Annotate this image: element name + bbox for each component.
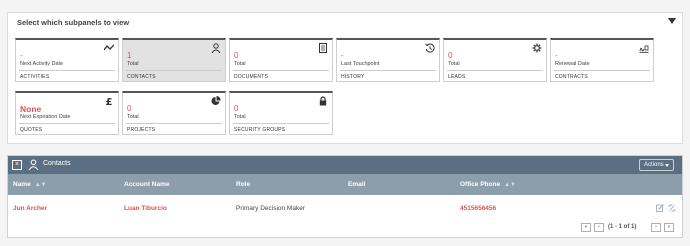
column-email[interactable]: Email	[348, 181, 365, 188]
tile-name: CONTRACTS	[555, 74, 588, 80]
tile-divider	[126, 123, 222, 124]
column-label: Office Phone	[460, 181, 501, 188]
caret-down-icon	[665, 164, 669, 167]
tile-contacts[interactable]: 1 Total CONTACTS	[122, 38, 226, 82]
tile-value: -	[341, 51, 344, 60]
unlink-icon[interactable]	[668, 204, 676, 212]
actions-label: Actions	[644, 162, 664, 168]
tile-value: 1	[127, 51, 132, 60]
table-row: Jun Archer Luan Tiburcio Primary Decisio…	[8, 196, 682, 221]
tile-name: PROJECTS	[127, 127, 156, 133]
column-label: Name	[13, 181, 31, 188]
tile-divider	[340, 70, 436, 71]
pagination-label: (1 - 1 of 1)	[608, 224, 637, 230]
pagination: « ‹ (1 - 1 of 1) › »	[581, 223, 676, 233]
column-name[interactable]: Name ▲▼	[13, 181, 47, 188]
tile-name: SECURITY GROUPS	[234, 127, 286, 133]
history-icon	[425, 43, 435, 53]
person-icon	[211, 43, 221, 53]
tile-contracts[interactable]: - Renewal Date CONTRACTS	[550, 38, 654, 82]
tile-name: LEADS	[448, 74, 466, 80]
tile-divider	[233, 123, 329, 124]
person-icon	[28, 159, 39, 170]
prev-page-button[interactable]: ‹	[594, 223, 604, 232]
contact-name-link[interactable]: Jun Archer	[13, 205, 47, 212]
tile-value: 0	[234, 51, 239, 60]
tile-value: -	[555, 51, 558, 60]
tile-name: ACTIVITIES	[20, 74, 50, 80]
tile-leads[interactable]: 0 Total LEADS	[443, 38, 547, 82]
tile-label: Total	[127, 114, 139, 120]
pound-icon: £	[106, 97, 113, 106]
column-account-name[interactable]: Account Name	[124, 181, 170, 188]
column-office-phone[interactable]: Office Phone ▲▼	[460, 181, 516, 188]
account-name-link[interactable]: Luan Tiburcio	[124, 205, 167, 212]
edit-icon[interactable]	[656, 204, 664, 212]
tile-history[interactable]: - Last Touchpoint HISTORY	[336, 38, 440, 82]
tile-label: Next Activity Date	[20, 61, 64, 67]
tile-value: 0	[448, 51, 453, 60]
pie-icon	[211, 96, 221, 105]
tile-label: Total	[234, 61, 246, 67]
subpanel-selector: Select which subpanels to view - Next Ac…	[7, 12, 683, 144]
tile-quotes[interactable]: None Next Expiration Date QUOTES £	[15, 91, 119, 135]
tile-divider	[19, 123, 115, 124]
tile-name: QUOTES	[20, 127, 43, 133]
tile-divider	[126, 70, 222, 71]
sort-icon[interactable]: ▲▼	[504, 182, 516, 188]
column-label: Email	[348, 181, 366, 188]
tile-divider	[233, 70, 329, 71]
sort-icon[interactable]: ▲▼	[35, 182, 47, 188]
contract-icon	[639, 45, 649, 53]
tile-security-groups[interactable]: 0 Total SECURITY GROUPS	[229, 91, 333, 135]
collapse-triangle-icon[interactable]	[668, 18, 676, 24]
trend-icon	[104, 44, 114, 51]
contacts-title: Contacts	[43, 160, 71, 167]
column-label: Role	[236, 181, 251, 188]
tile-label: Total	[234, 114, 246, 120]
tile-documents[interactable]: 0 Total DOCUMENTS	[229, 38, 333, 82]
tile-divider	[447, 70, 543, 71]
contact-role: Primary Decision Maker	[236, 205, 305, 212]
svg-text:£: £	[106, 97, 113, 106]
tile-label: Total	[448, 61, 460, 67]
tile-projects[interactable]: 0 Total PROJECTS	[122, 91, 226, 135]
close-subpanel-button[interactable]: ×	[12, 160, 22, 170]
tile-divider	[19, 70, 115, 71]
contact-phone-link[interactable]: 4515656456	[460, 205, 496, 212]
tile-label: Total	[127, 61, 139, 67]
tile-value: None	[20, 104, 42, 114]
tile-label: Next Expiration Date	[20, 114, 71, 120]
next-page-button[interactable]: ›	[651, 223, 661, 232]
first-page-button[interactable]: «	[581, 223, 591, 232]
tile-value: -	[20, 51, 23, 60]
tile-name: DOCUMENTS	[234, 74, 269, 80]
tile-label: Last Touchpoint	[341, 61, 380, 67]
contacts-header: × Contacts Actions	[8, 156, 682, 174]
tile-name: HISTORY	[341, 74, 365, 80]
last-page-button[interactable]: »	[664, 223, 674, 232]
tile-activities[interactable]: - Next Activity Date ACTIVITIES	[15, 38, 119, 82]
column-role[interactable]: Role	[236, 181, 250, 188]
gear-icon	[532, 43, 542, 53]
contacts-subpanel: × Contacts Actions Name ▲▼ Account Name R…	[7, 155, 683, 238]
actions-button[interactable]: Actions	[639, 159, 674, 171]
tile-value: 0	[234, 104, 239, 113]
subpanel-selector-title: Select which subpanels to view	[17, 18, 130, 27]
document-icon	[319, 43, 327, 53]
lock-icon	[319, 96, 327, 106]
tile-name: CONTACTS	[127, 74, 156, 80]
column-label: Account Name	[124, 181, 170, 188]
table-header: Name ▲▼ Account Name Role Email Office Ph…	[8, 174, 682, 195]
tile-label: Renewal Date	[555, 61, 590, 67]
tile-divider	[554, 70, 650, 71]
tile-value: 0	[127, 104, 132, 113]
